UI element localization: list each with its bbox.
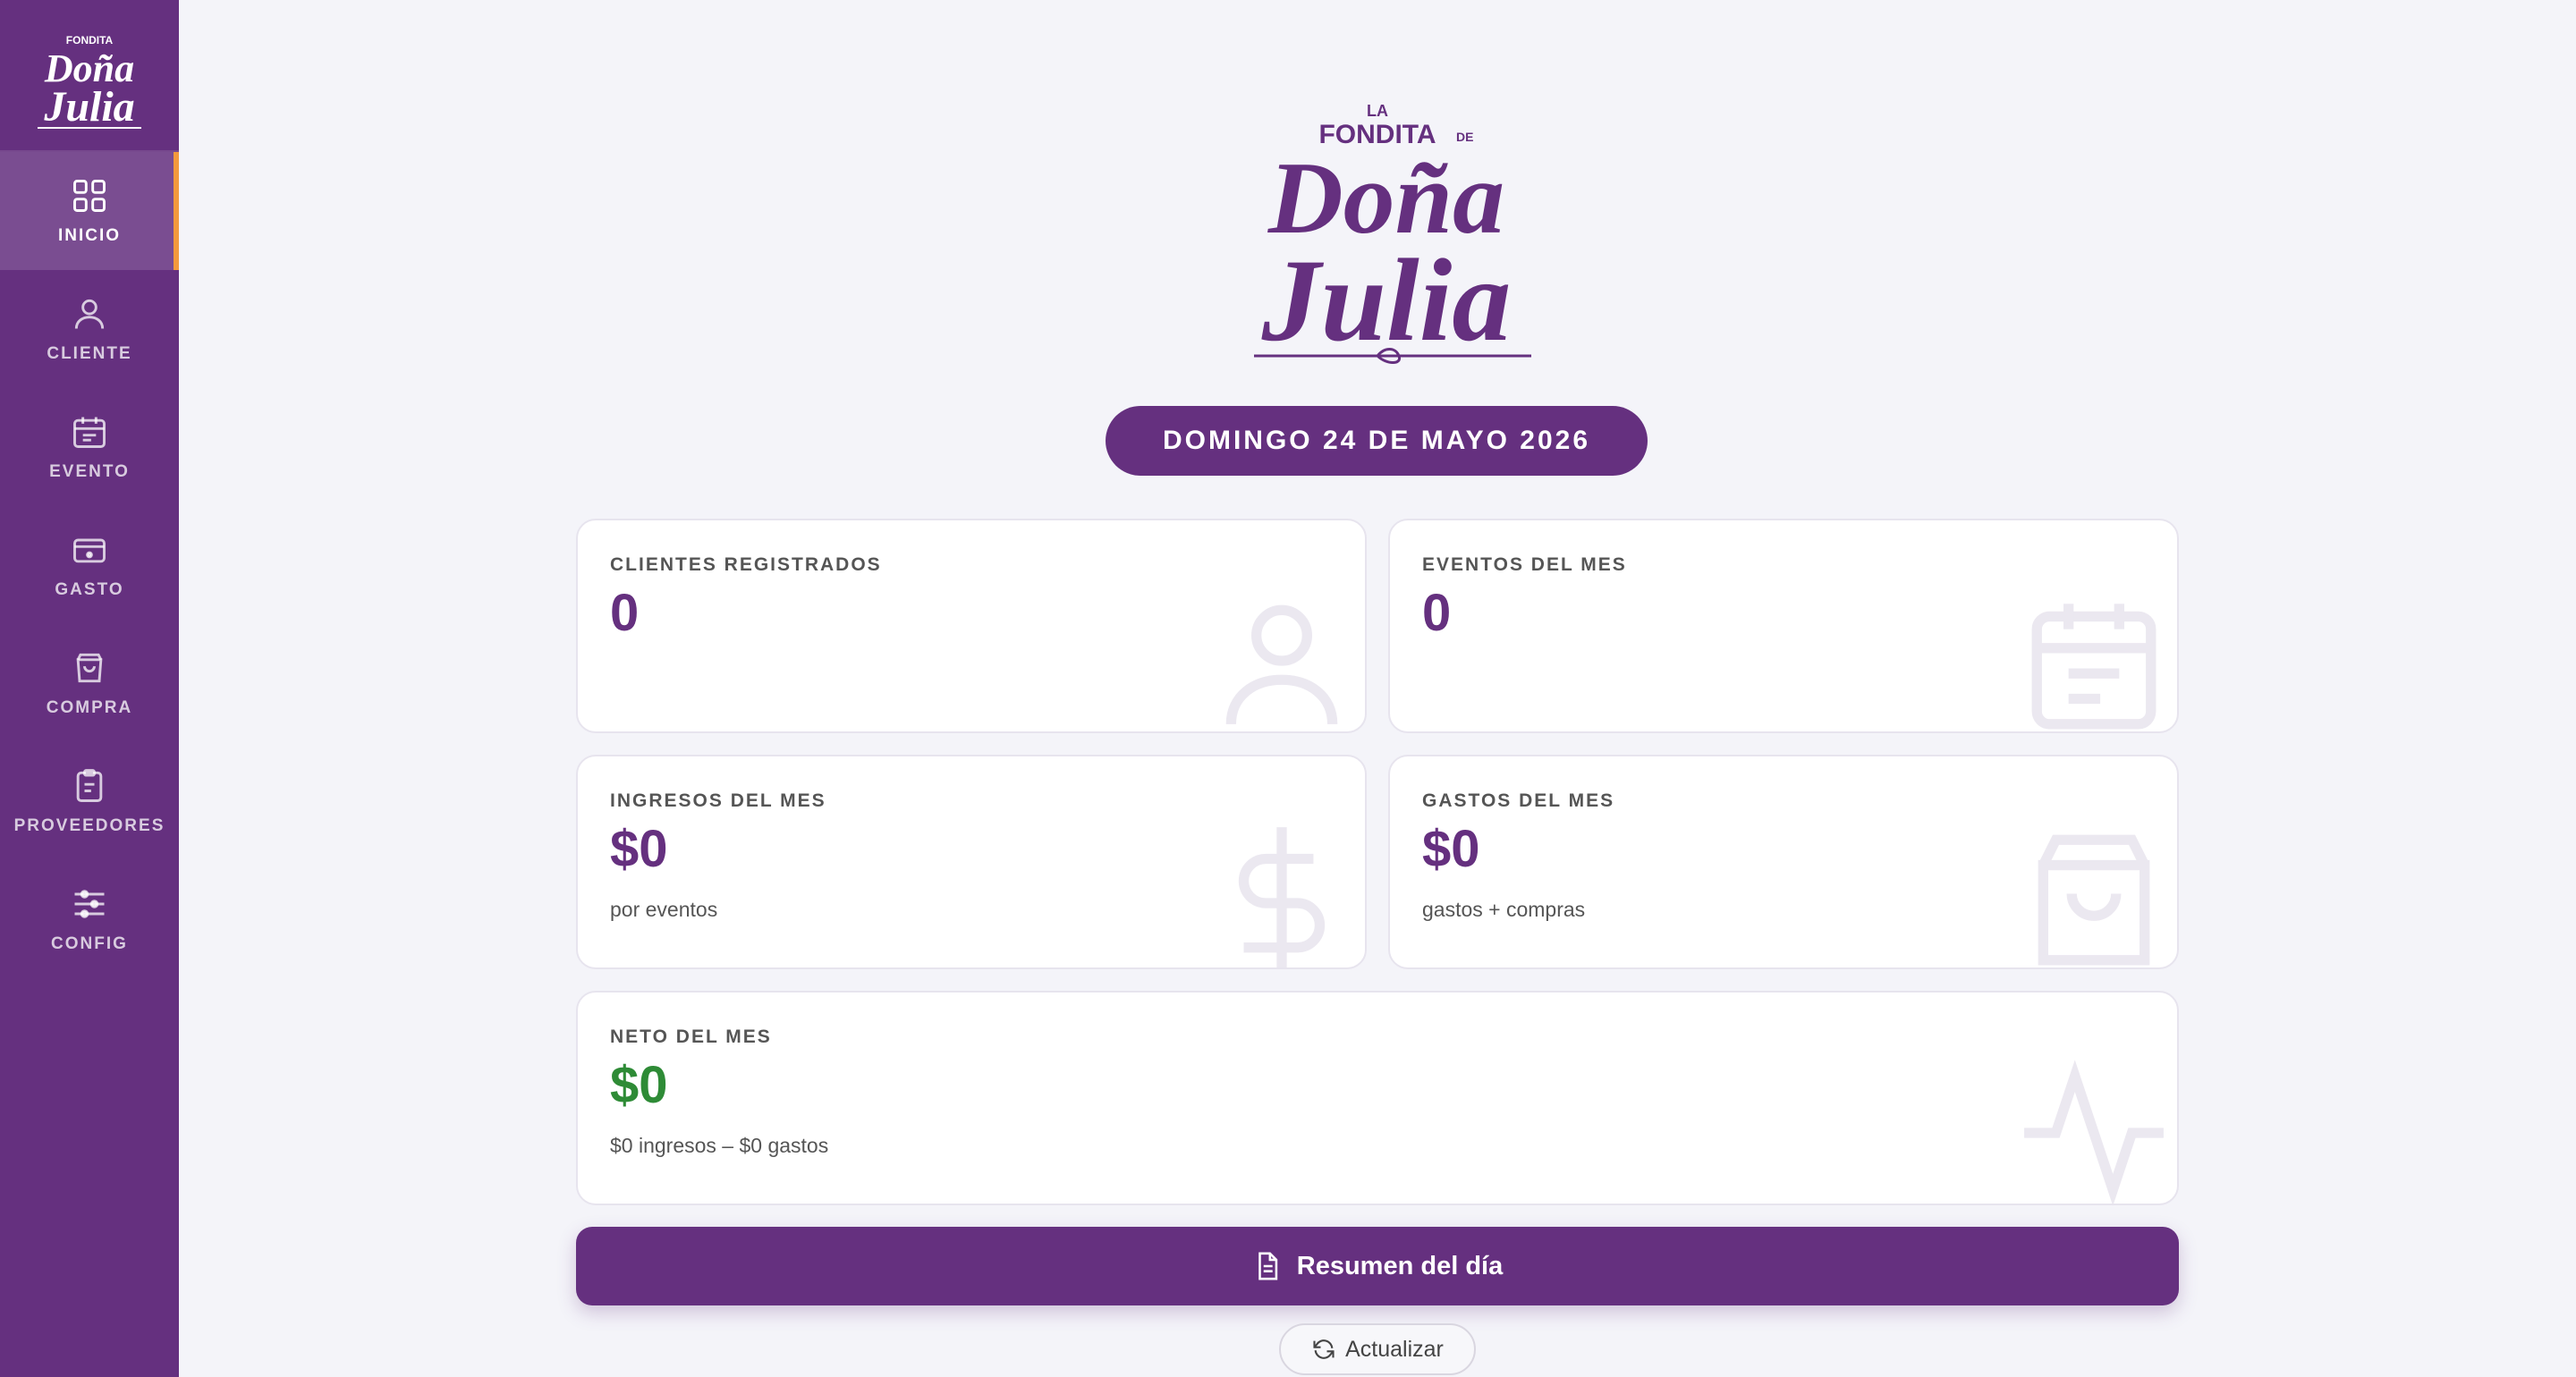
card-title: EVENTOS DEL MES — [1422, 554, 1627, 575]
sidebar-item-proveedores[interactable]: PROVEEDORES — [0, 742, 179, 860]
card-subtitle: gastos + compras — [1422, 898, 1586, 921]
card-ingresos[interactable]: INGRESOS DEL MES $0 por eventos — [576, 755, 1367, 969]
svg-text:LA: LA — [1367, 102, 1388, 120]
sidebar-logo[interactable]: FONDITA Doña Julia — [0, 0, 179, 152]
date-badge: DOMINGO 24 DE MAYO 2026 — [1106, 406, 1648, 476]
hero-brand-logo: LA FONDITA DE Doña Julia — [1254, 102, 1531, 366]
card-icon — [73, 538, 106, 563]
card-title: GASTOS DEL MES — [1422, 790, 1615, 811]
sidebar-item-label: CLIENTE — [47, 344, 132, 363]
dollar-icon — [1238, 827, 1326, 967]
clipboard-icon — [76, 769, 103, 802]
sidebar-item-cliente[interactable]: CLIENTE — [0, 270, 179, 388]
card-title: NETO DEL MES — [610, 1026, 772, 1047]
daily-summary-button[interactable]: Resumen del día — [576, 1227, 2179, 1305]
bag-icon — [2038, 834, 2150, 966]
calendar-icon — [2031, 604, 2157, 730]
sidebar-item-label: INICIO — [57, 226, 122, 245]
card-value: $0 — [610, 820, 668, 878]
document-icon — [1258, 1252, 1277, 1280]
sidebar-item-label: CONFIG — [51, 934, 128, 953]
sidebar-item-gasto[interactable]: GASTO — [0, 506, 179, 624]
card-value: 0 — [610, 584, 640, 642]
daily-summary-label: Resumen del día — [1296, 1251, 1504, 1280]
sliders-icon — [74, 890, 105, 918]
bag-icon — [76, 653, 103, 683]
card-subtitle: por eventos — [610, 898, 718, 921]
sidebar-item-config[interactable]: CONFIG — [0, 860, 179, 978]
main-content: LA FONDITA DE Doña Julia DOMINGO 24 DE M… — [179, 0, 2576, 1377]
sidebar-item-compra[interactable]: COMPRA — [0, 624, 179, 742]
sidebar-item-evento[interactable]: EVENTO — [0, 388, 179, 506]
card-value: $0 — [1422, 820, 1480, 878]
card-eventos[interactable]: EVENTOS DEL MES 0 — [1388, 519, 2179, 733]
card-title: INGRESOS DEL MES — [610, 790, 826, 811]
sidebar-item-inicio[interactable]: INICIO — [0, 152, 179, 270]
card-subtitle: $0 ingresos – $0 gastos — [610, 1134, 829, 1157]
brand-logo: FONDITA Doña Julia — [38, 34, 141, 131]
sidebar-item-label: COMPRA — [46, 698, 133, 717]
pulse-icon — [2024, 1060, 2164, 1204]
refresh-icon — [1313, 1339, 1335, 1359]
card-clientes[interactable]: CLIENTES REGISTRADOS 0 — [576, 519, 1367, 733]
card-neto[interactable]: NETO DEL MES $0 $0 ingresos – $0 gastos — [576, 991, 2179, 1205]
svg-text:Julia: Julia — [43, 83, 134, 131]
sidebar: FONDITA Doña Julia INICIO CLIENTE EVENTO… — [0, 0, 179, 1377]
sidebar-item-label: PROVEEDORES — [13, 816, 165, 835]
user-icon — [1225, 604, 1338, 725]
refresh-label: Actualizar — [1345, 1336, 1444, 1362]
sidebar-item-label: GASTO — [55, 580, 124, 599]
card-title: CLIENTES REGISTRADOS — [610, 554, 882, 575]
grid-icon — [73, 180, 106, 212]
svg-text:Julia: Julia — [1261, 234, 1512, 366]
user-icon — [74, 299, 105, 329]
calendar-icon — [73, 417, 106, 448]
svg-text:FONDITA: FONDITA — [66, 34, 114, 46]
refresh-button[interactable]: Actualizar — [1279, 1323, 1476, 1375]
card-value: 0 — [1422, 584, 1452, 642]
card-gastos[interactable]: GASTOS DEL MES $0 gastos + compras — [1388, 755, 2179, 969]
card-value: $0 — [610, 1056, 668, 1114]
sidebar-item-label: EVENTO — [49, 462, 130, 481]
